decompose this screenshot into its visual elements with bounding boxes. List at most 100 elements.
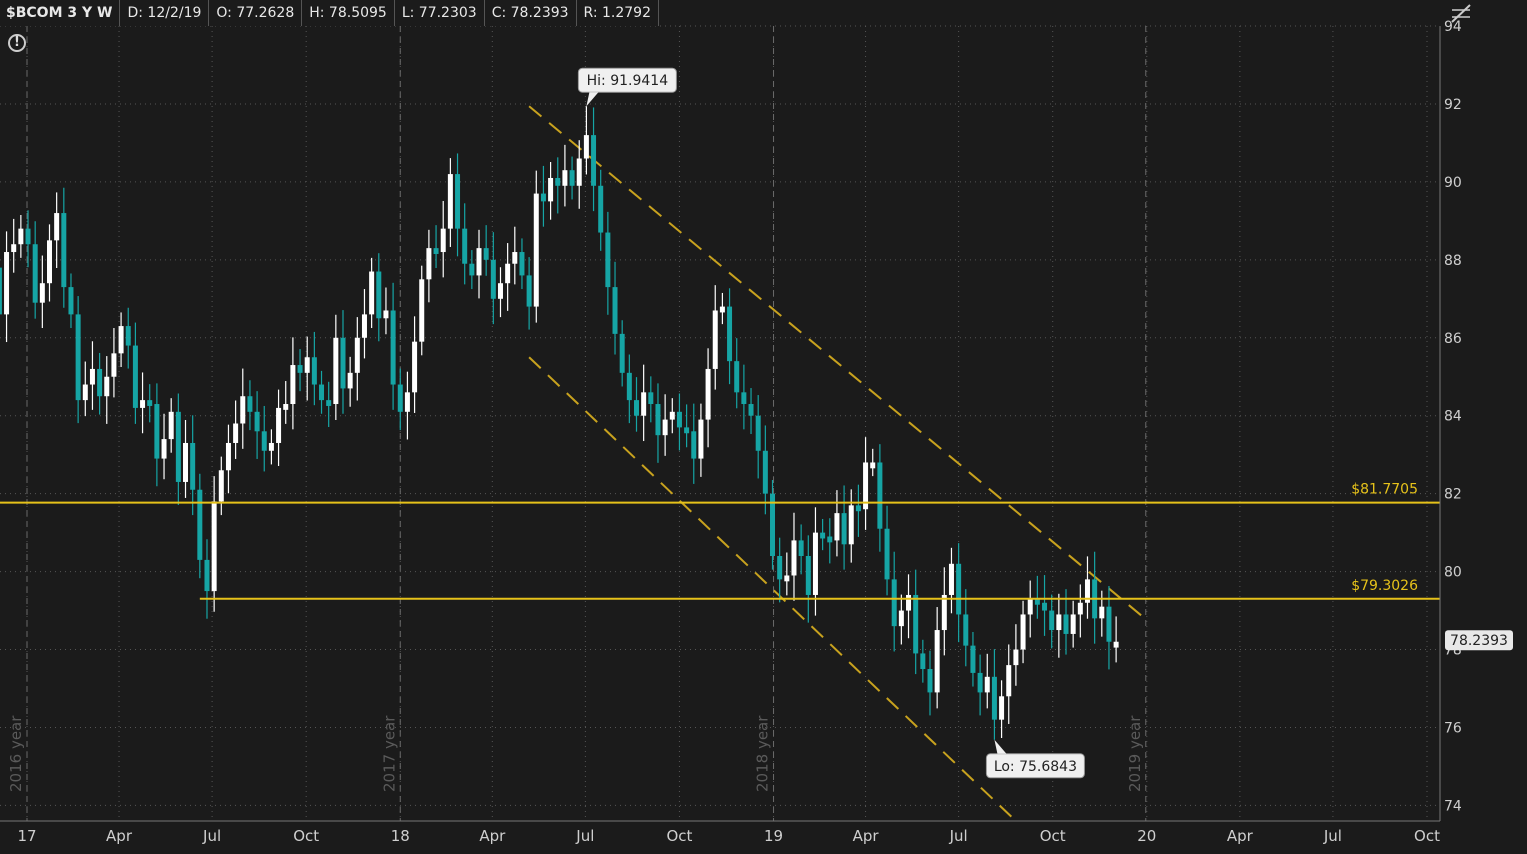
candle-up[interactable] xyxy=(784,575,790,582)
candle-down[interactable] xyxy=(777,556,783,580)
candle-up[interactable] xyxy=(497,283,503,299)
candle-down[interactable] xyxy=(1042,602,1048,611)
candle-down[interactable] xyxy=(820,532,826,539)
candle-up[interactable] xyxy=(1070,614,1076,634)
candle-down[interactable] xyxy=(877,462,883,529)
candle-up[interactable] xyxy=(669,411,675,420)
candle-down[interactable] xyxy=(462,228,468,264)
candle-down[interactable] xyxy=(147,400,153,406)
candle-down[interactable] xyxy=(297,365,303,373)
candle-up[interactable] xyxy=(533,193,539,307)
candle-down[interactable] xyxy=(125,326,131,346)
candle-down[interactable] xyxy=(61,213,67,288)
candle-down[interactable] xyxy=(741,392,747,405)
candle-up[interactable] xyxy=(1113,641,1119,648)
candle-down[interactable] xyxy=(748,404,754,416)
candle-up[interactable] xyxy=(89,368,95,385)
candle-up[interactable] xyxy=(1056,614,1062,631)
candle-down[interactable] xyxy=(1106,606,1112,642)
candle-up[interactable] xyxy=(18,228,24,245)
candle-down[interactable] xyxy=(540,193,546,202)
candle-up[interactable] xyxy=(404,392,410,412)
candle-up[interactable] xyxy=(354,337,360,373)
candle-down[interactable] xyxy=(340,337,346,389)
candle-up[interactable] xyxy=(82,384,88,401)
candle-up[interactable] xyxy=(934,630,940,693)
candle-down[interactable] xyxy=(684,427,690,434)
candle-up[interactable] xyxy=(54,213,60,241)
candle-down[interactable] xyxy=(913,594,919,654)
candle-down[interactable] xyxy=(827,536,833,543)
candle-up[interactable] xyxy=(999,696,1005,720)
info-alert-icon[interactable]: ! xyxy=(8,34,26,52)
candle-down[interactable] xyxy=(68,287,74,315)
candle-down[interactable] xyxy=(154,404,160,459)
candle-down[interactable] xyxy=(626,372,632,401)
candle-up[interactable] xyxy=(268,442,274,451)
candle-down[interactable] xyxy=(247,396,253,412)
candle-up[interactable] xyxy=(233,423,239,443)
candle-up[interactable] xyxy=(791,540,797,576)
candle-up[interactable] xyxy=(984,676,990,693)
candle-up[interactable] xyxy=(834,513,840,541)
candle-down[interactable] xyxy=(132,345,138,408)
candle-up[interactable] xyxy=(161,439,167,459)
candle-down[interactable] xyxy=(762,450,768,494)
candle-down[interactable] xyxy=(261,431,267,451)
candle-up[interactable] xyxy=(812,532,818,595)
candle-down[interactable] xyxy=(841,513,847,545)
candle-down[interactable] xyxy=(884,528,890,580)
candle-down[interactable] xyxy=(619,333,625,373)
candle-up[interactable] xyxy=(512,252,518,264)
candle-up[interactable] xyxy=(941,594,947,631)
candle-up[interactable] xyxy=(440,228,446,253)
candle-up[interactable] xyxy=(225,442,231,471)
candle-up[interactable] xyxy=(426,248,432,280)
candle-down[interactable] xyxy=(455,174,461,229)
candle-down[interactable] xyxy=(483,248,489,260)
candle-down[interactable] xyxy=(326,400,332,406)
candle-down[interactable] xyxy=(734,361,740,393)
candle-up[interactable] xyxy=(719,306,725,313)
candle-down[interactable] xyxy=(598,185,604,233)
candle-down[interactable] xyxy=(97,368,103,397)
candle-up[interactable] xyxy=(183,442,189,482)
candle-up[interactable] xyxy=(240,396,246,424)
candle-down[interactable] xyxy=(25,228,31,245)
candle-down[interactable] xyxy=(755,415,761,451)
candle-down[interactable] xyxy=(956,563,962,615)
candle-up[interactable] xyxy=(447,174,453,229)
candle-down[interactable] xyxy=(376,271,382,319)
candle-up[interactable] xyxy=(218,470,224,502)
candle-up[interactable] xyxy=(118,326,124,354)
candle-up[interactable] xyxy=(705,368,711,420)
candle-up[interactable] xyxy=(412,341,418,393)
candle-up[interactable] xyxy=(662,419,668,436)
candle-up[interactable] xyxy=(1099,606,1105,619)
candle-up[interactable] xyxy=(562,170,568,186)
candle-up[interactable] xyxy=(641,392,647,416)
candle-down[interactable] xyxy=(920,653,926,670)
candle-down[interactable] xyxy=(633,400,639,416)
candle-down[interactable] xyxy=(433,248,439,254)
candle-down[interactable] xyxy=(798,540,804,556)
candle-down[interactable] xyxy=(648,392,654,405)
candle-down[interactable] xyxy=(204,559,210,592)
candle-up[interactable] xyxy=(168,411,174,440)
candle-up[interactable] xyxy=(898,610,904,627)
candle-down[interactable] xyxy=(991,676,997,720)
candle-down[interactable] xyxy=(254,411,260,432)
candle-down[interactable] xyxy=(891,579,897,627)
candle-down[interactable] xyxy=(591,135,597,186)
candle-up[interactable] xyxy=(576,158,582,186)
candle-down[interactable] xyxy=(319,384,325,401)
candle-up[interactable] xyxy=(39,283,45,303)
candle-down[interactable] xyxy=(927,669,933,693)
candle-up[interactable] xyxy=(1077,602,1083,615)
candle-up[interactable] xyxy=(140,400,146,408)
candle-up[interactable] xyxy=(870,462,876,469)
candle-down[interactable] xyxy=(1049,610,1055,631)
candle-down[interactable] xyxy=(32,244,38,303)
candle-up[interactable] xyxy=(361,314,367,338)
candle-down[interactable] xyxy=(1063,614,1069,634)
